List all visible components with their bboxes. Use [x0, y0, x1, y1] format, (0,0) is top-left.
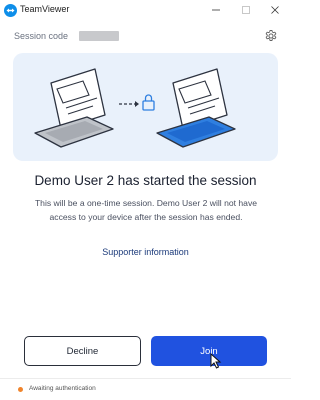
title-bar: TeamViewer	[0, 0, 291, 22]
decline-button-label: Decline	[66, 345, 99, 357]
app-title: TeamViewer	[20, 4, 70, 14]
close-button[interactable]	[262, 1, 288, 19]
session-code-label: Session code	[14, 31, 69, 41]
close-icon	[271, 6, 279, 14]
lock-icon	[142, 94, 155, 111]
teamviewer-logo-icon	[4, 4, 17, 17]
gear-icon	[265, 30, 277, 41]
user-laptop-image	[156, 68, 236, 148]
decline-button[interactable]: Decline	[24, 336, 141, 366]
status-divider	[0, 378, 291, 379]
transfer-arrow	[119, 101, 139, 107]
session-illustration	[13, 53, 278, 161]
status-text: Awaiting authentication	[29, 385, 96, 392]
status-indicator	[18, 387, 23, 392]
supporter-laptop-image	[34, 68, 114, 148]
settings-button[interactable]	[264, 29, 278, 43]
session-code-redacted	[79, 31, 119, 41]
maximize-icon	[242, 6, 250, 14]
mouse-cursor-icon	[210, 353, 222, 369]
join-button[interactable]: Join	[151, 336, 267, 366]
session-code-row: Session code	[0, 22, 291, 50]
minimize-button[interactable]	[203, 1, 229, 19]
supporter-information-link[interactable]: Supporter information	[0, 247, 291, 257]
maximize-button[interactable]	[233, 1, 259, 19]
minimize-icon	[212, 9, 220, 11]
session-headline: Demo User 2 has started the session	[34, 173, 257, 188]
session-description: This will be a one-time session. Demo Us…	[34, 198, 258, 222]
